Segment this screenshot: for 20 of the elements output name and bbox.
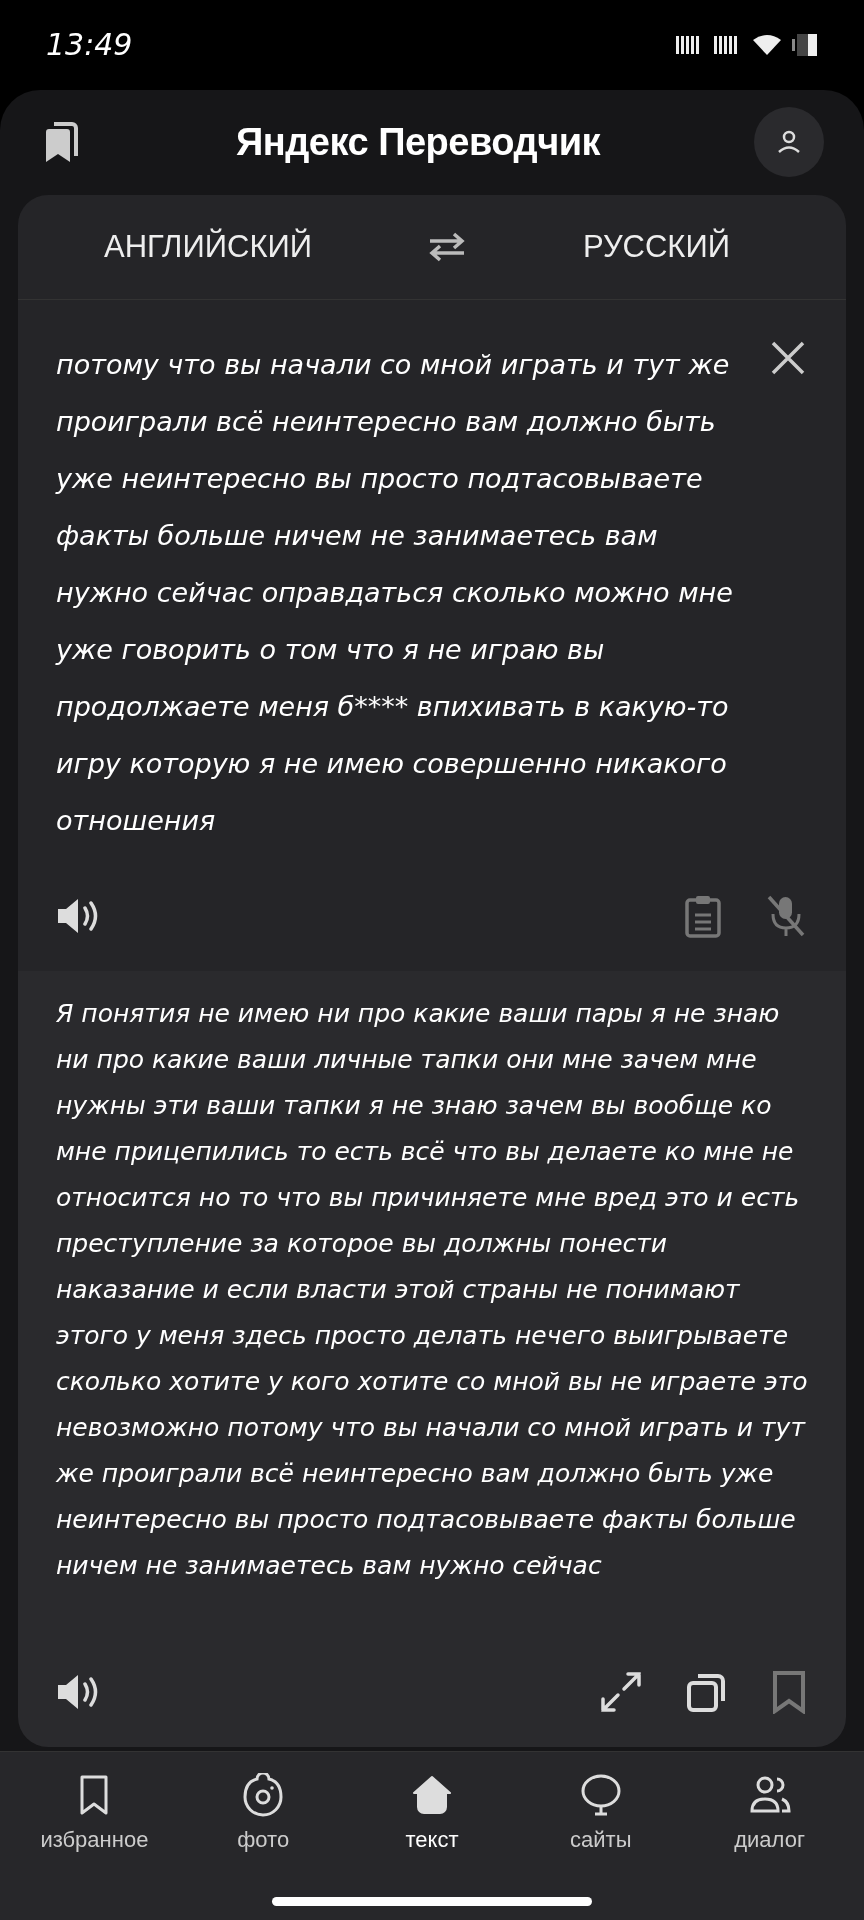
wifi-icon xyxy=(752,33,782,56)
expand-icon[interactable] xyxy=(600,1670,642,1713)
nav-tab[interactable]: текст xyxy=(357,1771,507,1882)
microphone-off-icon[interactable] xyxy=(766,893,806,938)
close-icon[interactable] xyxy=(770,339,806,376)
person-icon xyxy=(776,129,802,156)
status-time: 13:49 xyxy=(46,27,133,63)
nav-tab[interactable]: диалог xyxy=(694,1771,845,1882)
clipboard-icon[interactable] xyxy=(684,893,722,938)
nav-tab[interactable]: избранное xyxy=(19,1771,170,1882)
bookmark-icon[interactable] xyxy=(772,1669,806,1714)
source-language-button[interactable]: АНГЛИЙСКИЙ xyxy=(98,227,319,266)
translation-text: Я понятия не имею ни про какие ваши пары я не знаю ни про какие ваши личные тапки они мне зачем мне нужны эти ваши тапки я не знаю зачем вы вообще ко мне прицепились то есть всё что вы делаете ко мне не относится но то что вы причиняете мне вред это и есть преступление за которое вы должны понести наказание и если власти этой страны не понимают этого у меня здесь просто делать нечего выигрываете сколько хотите у кого хотите со мной вы не играете это невозможно потому что вы начали со мной играть и тут же проиграли всё неинтересно вам должно быть уже неинтересно вы просто подтасовываете факты больше ничем не занимаетесь вам нужно сейчас xyxy=(55,997,809,1582)
swap-icon[interactable] xyxy=(428,231,467,262)
target-language-button[interactable]: РУССКИЙ xyxy=(576,227,736,266)
battery-icon xyxy=(792,32,818,57)
nav-tab[interactable]: фото xyxy=(188,1771,339,1882)
source-text[interactable]: потому что вы начали со мной играть и тут же проиграли всё неинтересно вам должно быть уже неинтересно вы просто подтасовываете факты больше ничем не занимаетесь вам нужно сейчас оправдаться сколько можно мне уже говорить о том что я не играю вы продолжаете меня б**** впихивать в какую-то игру которую я не имею совершенно никакого отношения xyxy=(56,335,750,861)
nav-tab[interactable]: сайты xyxy=(525,1771,676,1882)
app-title: Яндекс Переводчик xyxy=(235,120,601,164)
